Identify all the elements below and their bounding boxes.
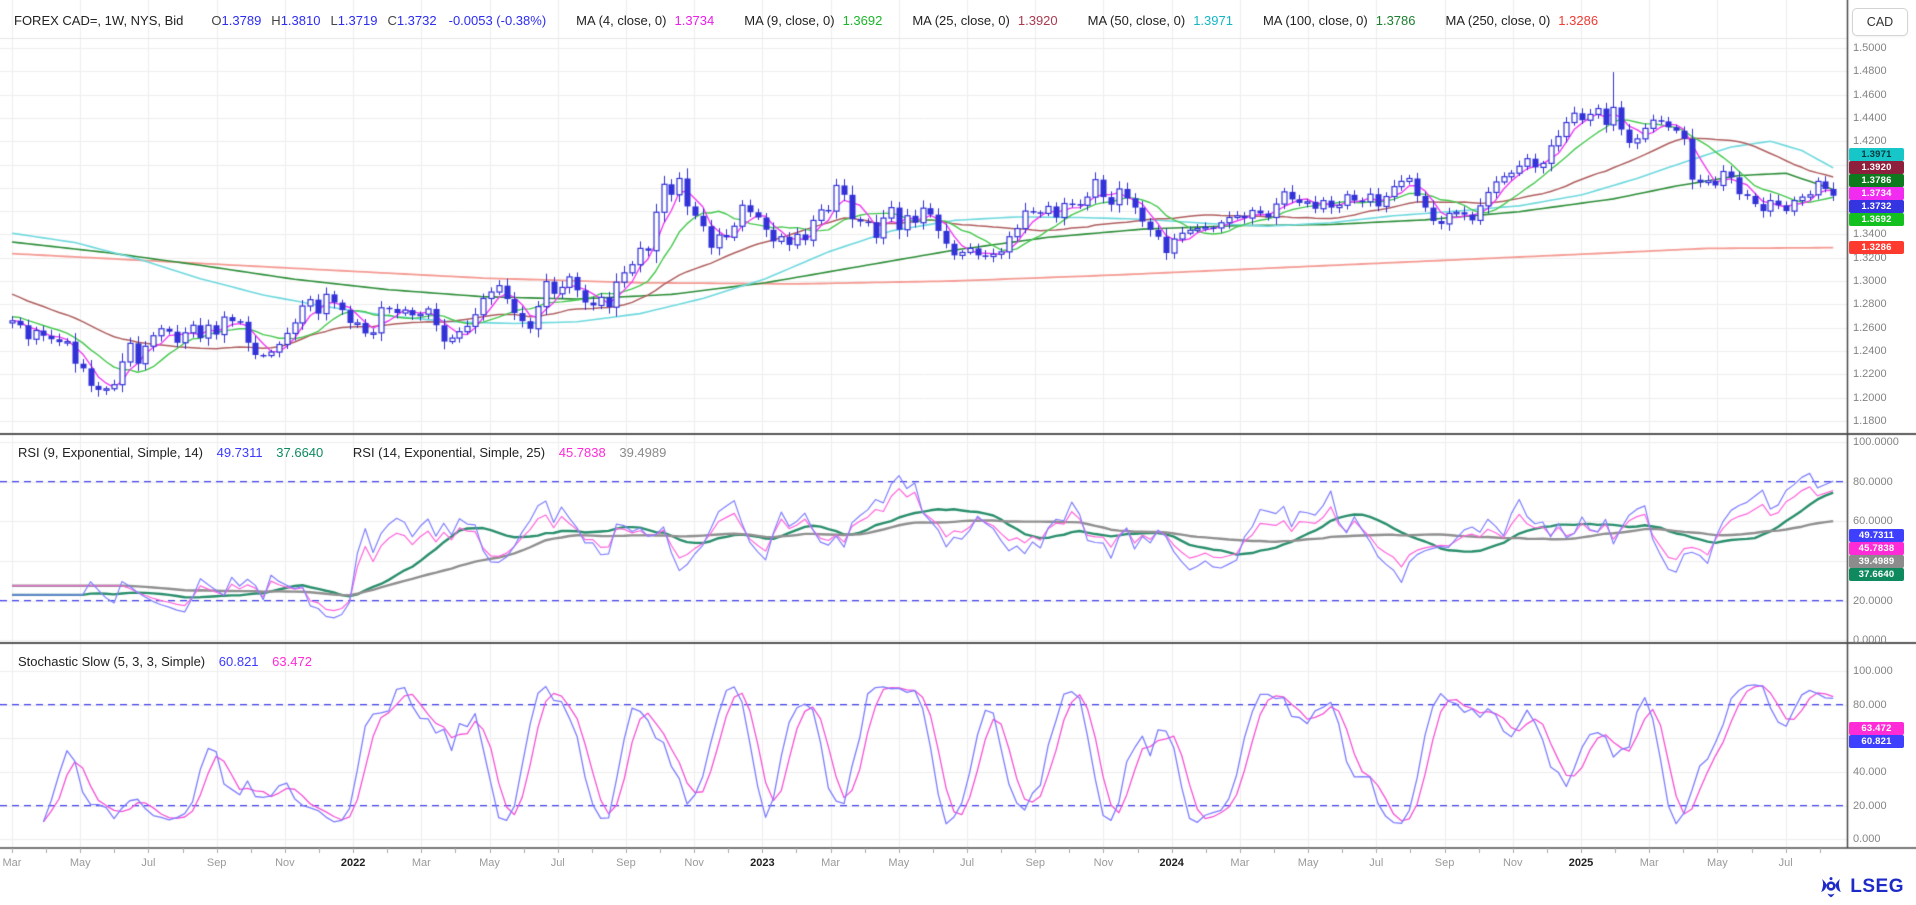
axis-tick-label: 40.000 bbox=[1853, 766, 1887, 778]
rsi-value-1: 49.7311 bbox=[217, 445, 263, 460]
stoch-value-d: 63.472 bbox=[272, 654, 312, 669]
price-badge: 60.821 bbox=[1849, 735, 1904, 748]
time-axis-month-label: Jul bbox=[1779, 857, 1793, 869]
time-axis-month-label: May bbox=[888, 857, 909, 869]
quote-high-label: H bbox=[271, 13, 280, 28]
time-axis-month-label: Mar bbox=[1230, 857, 1249, 869]
rsi-signal-2: 39.4989 bbox=[619, 445, 666, 460]
time-axis-month-label: Nov bbox=[1094, 857, 1114, 869]
ma-legend-entry: MA (25, close, 0)1.3920 bbox=[912, 13, 1057, 28]
time-axis-month-label: May bbox=[1298, 857, 1319, 869]
quote-high: 1.3810 bbox=[281, 13, 321, 28]
price-badge: 1.3286 bbox=[1849, 241, 1904, 254]
time-axis-month-label: May bbox=[70, 857, 91, 869]
axis-tick-label: 100.000 bbox=[1853, 665, 1893, 677]
time-axis-year-label: 2023 bbox=[750, 857, 774, 869]
axis-tick-label: 20.0000 bbox=[1853, 595, 1893, 607]
time-axis-month-label: Mar bbox=[821, 857, 840, 869]
axis-tick-label: 1.1800 bbox=[1853, 415, 1887, 427]
stoch-value-k: 60.821 bbox=[219, 654, 259, 669]
axis-tick-label: 1.2000 bbox=[1853, 392, 1887, 404]
quote-close-label: C bbox=[387, 13, 396, 28]
rsi-panel-title: RSI (9, Exponential, Simple, 14) 49.7311… bbox=[18, 445, 666, 460]
time-axis-month-label: Mar bbox=[3, 857, 22, 869]
lseg-emblem-icon bbox=[1818, 876, 1844, 898]
ma-legend: MA (4, close, 0)1.3734 MA (9, close, 0)1.… bbox=[546, 13, 1598, 28]
axis-tick-label: 1.5000 bbox=[1853, 42, 1887, 54]
time-axis-month-label: Mar bbox=[412, 857, 431, 869]
price-badge: 1.3692 bbox=[1849, 213, 1904, 226]
time-axis-month-label: Jul bbox=[960, 857, 974, 869]
ma-legend-entry: MA (100, close, 0)1.3786 bbox=[1263, 13, 1416, 28]
axis-tick-label: 1.2200 bbox=[1853, 368, 1887, 380]
rsi-signal-1: 37.6640 bbox=[276, 445, 323, 460]
quote-change: -0.0053 (-0.38%) bbox=[449, 13, 547, 28]
time-axis-month-label: May bbox=[479, 857, 500, 869]
axis-tick-label: 1.4600 bbox=[1853, 89, 1887, 101]
time-axis-month-label: Nov bbox=[1503, 857, 1523, 869]
axis-tick-label: 1.2400 bbox=[1853, 345, 1887, 357]
time-axis-month-label: Sep bbox=[1435, 857, 1455, 869]
time-axis-month-label: Jul bbox=[141, 857, 155, 869]
price-badge: 63.472 bbox=[1849, 722, 1904, 735]
rsi-value-2: 45.7838 bbox=[559, 445, 606, 460]
axis-tick-label: 20.000 bbox=[1853, 800, 1887, 812]
price-badge: 1.3732 bbox=[1849, 200, 1904, 213]
time-axis-month-label: May bbox=[1707, 857, 1728, 869]
quote-open-label: O bbox=[211, 13, 221, 28]
price-badge: 1.3920 bbox=[1849, 161, 1904, 174]
quote-low-label: L bbox=[330, 13, 337, 28]
price-badge: 1.3734 bbox=[1849, 187, 1904, 200]
stoch-panel-title: Stochastic Slow (5, 3, 3, Simple) 60.821… bbox=[18, 654, 312, 669]
instrument-title: FOREX CAD=, 1W, NYS, Bid bbox=[14, 13, 183, 28]
axis-tick-label: 0.0000 bbox=[1853, 634, 1887, 646]
time-axis-month-label: Sep bbox=[1025, 857, 1045, 869]
axis-tick-label: 1.4200 bbox=[1853, 135, 1887, 147]
time-axis-year-label: 2025 bbox=[1569, 857, 1593, 869]
axis-tick-label: 1.4800 bbox=[1853, 65, 1887, 77]
quote-low: 1.3719 bbox=[338, 13, 378, 28]
axis-tick-label: 60.0000 bbox=[1853, 515, 1893, 527]
time-axis-month-label: Sep bbox=[207, 857, 227, 869]
time-axis-month-label: Mar bbox=[1640, 857, 1659, 869]
price-badge: 49.7311 bbox=[1849, 529, 1904, 542]
price-badge: 1.3971 bbox=[1849, 148, 1904, 161]
currency-button[interactable]: CAD bbox=[1852, 8, 1908, 36]
time-axis-month-label: Jul bbox=[551, 857, 565, 869]
time-axis-month-label: Sep bbox=[616, 857, 636, 869]
axis-tick-label: 100.0000 bbox=[1853, 436, 1899, 448]
ma-legend-entry: MA (50, close, 0)1.3971 bbox=[1088, 13, 1233, 28]
axis-tick-label: 80.000 bbox=[1853, 699, 1887, 711]
axis-tick-label: 1.2600 bbox=[1853, 322, 1887, 334]
time-axis-year-label: 2024 bbox=[1159, 857, 1183, 869]
ma-legend-entry: MA (9, close, 0)1.3692 bbox=[744, 13, 882, 28]
time-axis-month-label: Nov bbox=[684, 857, 704, 869]
quote-close: 1.3732 bbox=[397, 13, 437, 28]
axis-tick-label: 1.3000 bbox=[1853, 275, 1887, 287]
quote-open: 1.3789 bbox=[222, 13, 262, 28]
chart-window: FOREX CAD=, 1W, NYS, Bid O1.3789 H1.3810… bbox=[0, 0, 1916, 905]
price-badge: 45.7838 bbox=[1849, 542, 1904, 555]
axis-tick-label: 0.000 bbox=[1853, 833, 1881, 845]
axis-tick-label: 1.2800 bbox=[1853, 298, 1887, 310]
chart-legend: FOREX CAD=, 1W, NYS, Bid O1.3789 H1.3810… bbox=[14, 11, 1598, 29]
axis-tick-label: 80.0000 bbox=[1853, 476, 1893, 488]
price-badge: 39.4989 bbox=[1849, 555, 1904, 568]
lseg-logo: LSEG bbox=[1818, 876, 1904, 898]
axis-tick-label: 1.3400 bbox=[1853, 228, 1887, 240]
time-axis-month-label: Jul bbox=[1369, 857, 1383, 869]
time-axis-month-label: Nov bbox=[275, 857, 295, 869]
ma-legend-entry: MA (4, close, 0)1.3734 bbox=[576, 13, 714, 28]
lseg-logo-text: LSEG bbox=[1850, 876, 1904, 898]
price-badge: 37.6640 bbox=[1849, 568, 1904, 581]
time-axis-year-label: 2022 bbox=[341, 857, 365, 869]
ma-legend-entry: MA (250, close, 0)1.3286 bbox=[1446, 13, 1599, 28]
price-badge: 1.3786 bbox=[1849, 174, 1904, 187]
axis-tick-label: 1.4400 bbox=[1853, 112, 1887, 124]
